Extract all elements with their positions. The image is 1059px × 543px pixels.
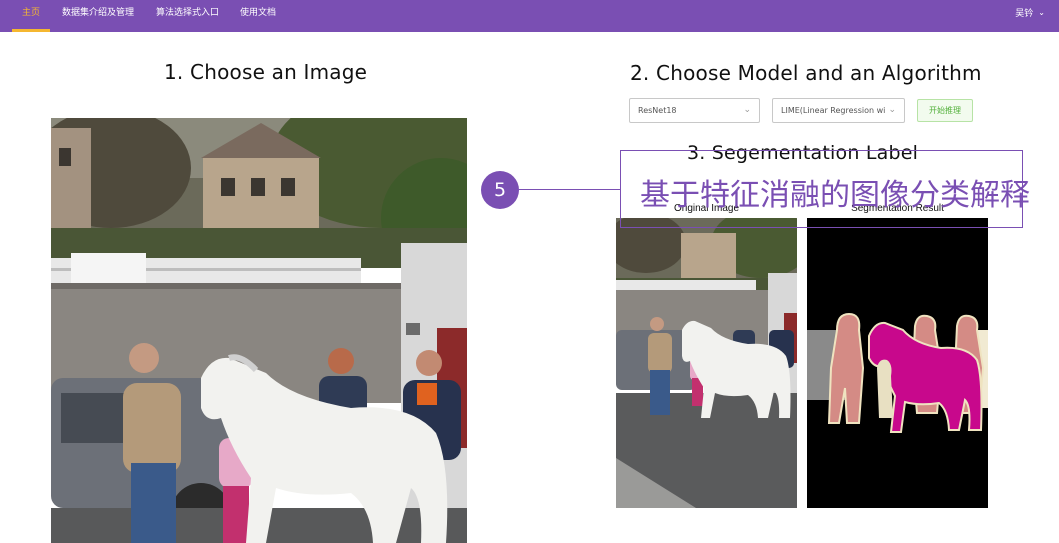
model-select-value: ResNet18 — [638, 106, 677, 115]
annotation-text: 基于特征消融的图像分类解释 — [640, 178, 1030, 213]
user-menu[interactable]: 吴钤 ⌄ — [1015, 0, 1045, 28]
chevron-down-icon: ⌄ — [743, 105, 751, 115]
nav-item-home[interactable]: 主页 — [12, 0, 51, 32]
section-title-choose-image: 1. Choose an Image — [164, 60, 368, 84]
algorithm-select[interactable]: LIME(Linear Regression wi ⌄ — [772, 98, 905, 123]
uploaded-image[interactable] — [51, 118, 467, 543]
user-name: 吴钤 — [1015, 9, 1034, 19]
algorithm-select-value: LIME(Linear Regression wi — [781, 106, 885, 115]
nav-item-docs[interactable]: 使用文档 — [240, 0, 276, 29]
original-image-thumbnail — [616, 218, 797, 508]
start-inference-button[interactable]: 开始推理 — [917, 99, 973, 122]
nav-item-algorithm-entry[interactable]: 算法选择式入口 — [156, 0, 219, 29]
chevron-down-icon: ⌄ — [1038, 8, 1045, 17]
section-title-choose-model: 2. Choose Model and an Algorithm — [630, 61, 982, 85]
annotation-leader-line — [519, 189, 621, 190]
nav-item-dataset-management[interactable]: 数据集介绍及管理 — [62, 0, 134, 29]
model-select[interactable]: ResNet18 ⌄ — [629, 98, 760, 123]
segmentation-result-image — [807, 218, 988, 508]
top-nav-bar: 主页 数据集介绍及管理 算法选择式入口 使用文档 吴钤 ⌄ — [0, 0, 1059, 32]
chevron-down-icon: ⌄ — [888, 105, 896, 115]
annotation-number-badge: 5 — [481, 171, 519, 209]
